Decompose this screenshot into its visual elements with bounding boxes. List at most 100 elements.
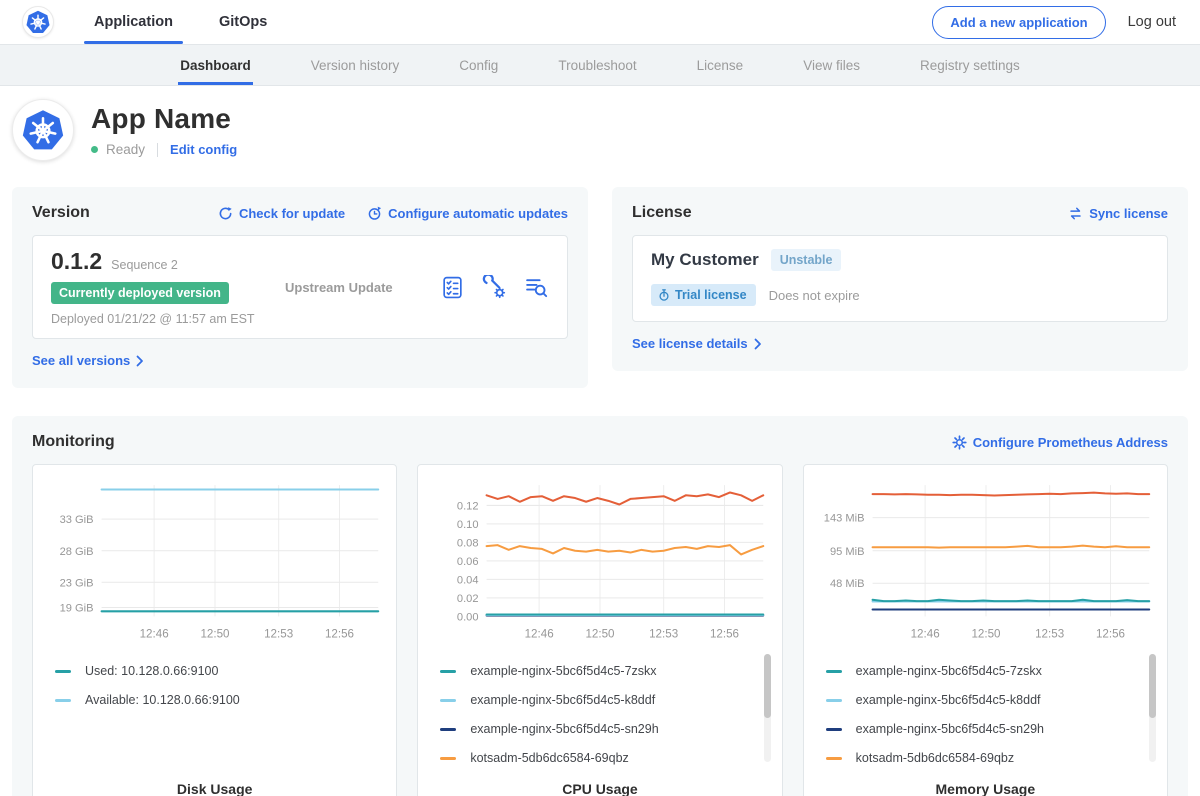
tab-dashboard[interactable]: Dashboard [178, 45, 253, 85]
configure-automatic-updates-label: Configure automatic updates [388, 206, 568, 221]
sync-license-link[interactable]: Sync license [1068, 206, 1168, 221]
svg-text:12:56: 12:56 [1096, 628, 1125, 641]
cpu-usage-legend: example-nginx-5bc6f5d4c5-7zskx example-n… [428, 649, 771, 771]
configure-prometheus-label: Configure Prometheus Address [973, 435, 1168, 450]
disk-usage-chart: 12:4612:5012:5312:5633 GiB28 GiB23 GiB19… [43, 475, 386, 649]
logout-link[interactable]: Log out [1128, 14, 1176, 30]
kubernetes-logo[interactable] [22, 6, 54, 38]
cpu-usage-chart: 12:4612:5012:5312:560.120.100.080.060.04… [428, 475, 771, 649]
check-for-update-link[interactable]: Check for update [218, 206, 345, 221]
series-color-dash [826, 728, 842, 731]
chart-title: Memory Usage [814, 781, 1157, 796]
series-color-dash [55, 670, 71, 673]
tab-license[interactable]: License [695, 45, 746, 85]
page-title: App Name [91, 103, 237, 135]
topnav-tab-application[interactable]: Application [90, 0, 177, 44]
svg-text:12:56: 12:56 [710, 628, 739, 641]
svg-text:12:53: 12:53 [649, 628, 678, 641]
memory-usage-chart: 12:4612:5012:5312:56143 MiB95 MiB48 MiB [814, 475, 1157, 649]
memory-usage-card: 12:4612:5012:5312:56143 MiB95 MiB48 MiB … [803, 464, 1168, 796]
legend-label: example-nginx-5bc6f5d4c5-7zskx [856, 664, 1042, 678]
version-panel: Version Check for update [12, 187, 588, 388]
legend-label: kotsadm-5db6dc6584-69qbz [470, 751, 628, 765]
legend-item: example-nginx-5bc6f5d4c5-7zskx [440, 657, 757, 686]
app-status: Ready [106, 142, 145, 157]
view-files-search-icon[interactable] [524, 275, 549, 300]
series-color-dash [440, 728, 456, 731]
tab-version-history[interactable]: Version history [309, 45, 402, 85]
legend-label: example-nginx-5bc6f5d4c5-k8ddf [470, 693, 655, 707]
tab-registry-settings[interactable]: Registry settings [918, 45, 1022, 85]
svg-text:12:50: 12:50 [971, 628, 1000, 641]
svg-text:12:53: 12:53 [264, 628, 293, 641]
sync-license-label: Sync license [1089, 206, 1168, 221]
legend-item: example-nginx-5bc6f5d4c5-sn29h [440, 715, 757, 744]
cpu-usage-card: 12:4612:5012:5312:560.120.100.080.060.04… [417, 464, 782, 796]
legend-item: Available: 10.128.0.66:9100 [55, 686, 372, 715]
preflight-checks-icon[interactable] [440, 275, 465, 300]
app-subnav: Dashboard Version history Config Trouble… [0, 44, 1200, 86]
add-application-button[interactable]: Add a new application [932, 6, 1105, 39]
chart-title: CPU Usage [428, 781, 771, 796]
svg-text:0.00: 0.00 [457, 611, 479, 623]
scrollbar-thumb[interactable] [1149, 654, 1156, 718]
upstream-update-label: Upstream Update [285, 280, 393, 295]
app-header: App Name Ready Edit config [0, 86, 1200, 177]
topnav-tab-gitops[interactable]: GitOps [215, 0, 271, 44]
stopwatch-icon [658, 289, 670, 301]
legend-scrollbar[interactable] [1149, 654, 1156, 762]
legend-label: kotsadm-5db6dc6584-69qbz [856, 751, 1014, 765]
series-color-dash [440, 670, 456, 673]
svg-text:48 MiB: 48 MiB [830, 578, 865, 590]
svg-text:12:56: 12:56 [325, 628, 354, 641]
version-sequence: Sequence 2 [111, 258, 178, 272]
ready-status-dot [91, 146, 98, 153]
svg-text:0.02: 0.02 [457, 593, 479, 605]
license-type-badge: Trial license [651, 284, 756, 306]
current-version-number: 0.1.2 [51, 248, 102, 275]
svg-text:23 GiB: 23 GiB [60, 577, 94, 589]
svg-text:0.10: 0.10 [457, 519, 479, 531]
license-panel: License Sync license My Customer Unstabl… [612, 187, 1188, 371]
customer-name: My Customer [651, 250, 759, 270]
svg-text:12:46: 12:46 [910, 628, 939, 641]
svg-text:12:50: 12:50 [586, 628, 615, 641]
legend-label: example-nginx-5bc6f5d4c5-k8ddf [856, 693, 1041, 707]
legend-scrollbar[interactable] [764, 654, 771, 762]
edit-config-link[interactable]: Edit config [170, 142, 237, 157]
chevron-right-icon [136, 355, 144, 367]
legend-item: example-nginx-5bc6f5d4c5-k8ddf [826, 686, 1143, 715]
configure-prometheus-link[interactable]: Configure Prometheus Address [952, 435, 1168, 450]
tab-troubleshoot[interactable]: Troubleshoot [556, 45, 638, 85]
tab-config[interactable]: Config [457, 45, 500, 85]
legend-item: example-nginx-5bc6f5d4c5-sn29h [826, 715, 1143, 744]
config-wrench-icon[interactable] [482, 275, 507, 300]
configure-automatic-updates-link[interactable]: Configure automatic updates [367, 206, 568, 221]
chevron-right-icon [754, 338, 762, 350]
legend-label: example-nginx-5bc6f5d4c5-sn29h [470, 722, 658, 736]
disk-usage-legend: Used: 10.128.0.66:9100 Available: 10.128… [43, 649, 386, 771]
svg-text:33 GiB: 33 GiB [60, 514, 94, 526]
legend-label: Available: 10.128.0.66:9100 [85, 693, 240, 707]
legend-label: Used: 10.128.0.66:9100 [85, 664, 218, 678]
series-color-dash [826, 757, 842, 760]
series-color-dash [440, 757, 456, 760]
monitoring-title: Monitoring [32, 433, 115, 451]
see-all-versions-link[interactable]: See all versions [32, 353, 144, 368]
legend-label: example-nginx-5bc6f5d4c5-7zskx [470, 664, 656, 678]
series-color-dash [826, 699, 842, 702]
kubernetes-helm-icon [22, 109, 64, 151]
svg-text:0.08: 0.08 [457, 537, 479, 549]
clock-refresh-icon [367, 206, 382, 221]
legend-item: example-nginx-5bc6f5d4c5-7zskx [826, 657, 1143, 686]
legend-item: kotsadm-5db6dc6584-69qbz [440, 744, 757, 771]
sync-arrows-icon [1068, 206, 1083, 221]
version-panel-title: Version [32, 204, 90, 222]
channel-badge: Unstable [771, 249, 842, 271]
see-license-details-link[interactable]: See license details [632, 336, 762, 351]
svg-text:19 GiB: 19 GiB [60, 603, 94, 615]
monitoring-panel: Monitoring Configure Prometheus Address … [12, 416, 1188, 796]
top-navbar: Application GitOps Add a new application… [0, 0, 1200, 44]
scrollbar-thumb[interactable] [764, 654, 771, 718]
tab-view-files[interactable]: View files [801, 45, 862, 85]
